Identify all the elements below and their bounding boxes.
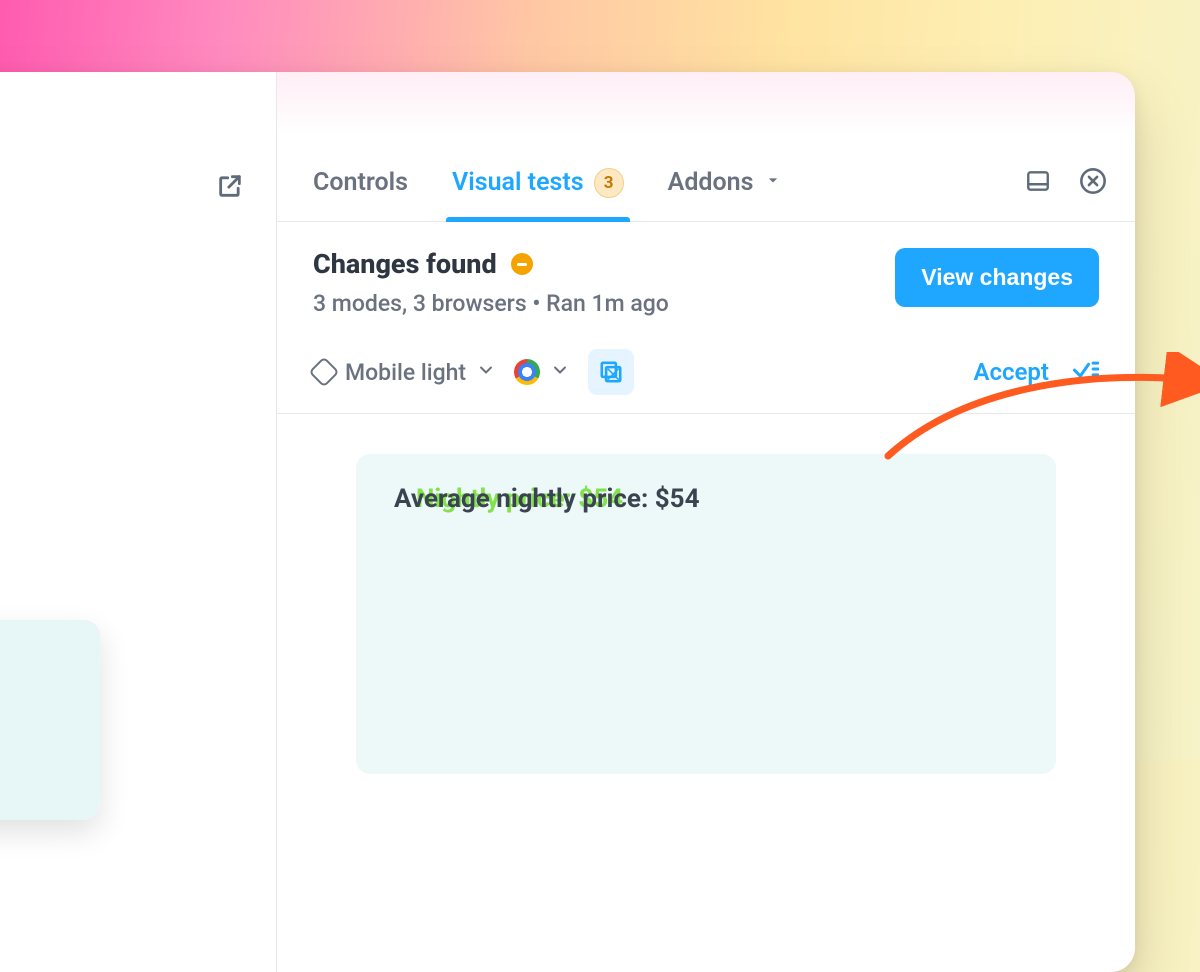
open-external-icon[interactable]: [216, 172, 244, 200]
tabs-bar: Controls Visual tests 3 Addons: [277, 144, 1135, 222]
diff-toggle-button[interactable]: [588, 349, 634, 395]
batch-accept-icon[interactable]: [1071, 355, 1099, 389]
app-window: Controls Visual tests 3 Addons: [0, 72, 1135, 972]
mode-selector[interactable]: Mobile light: [313, 359, 496, 386]
chevron-down-icon: [763, 168, 783, 197]
price-chart-card: Nightly price: $54 Average nightly price…: [356, 454, 1056, 774]
chrome-icon: [514, 359, 540, 385]
left-pane: [0, 72, 277, 972]
tab-visual-tests[interactable]: Visual tests 3: [452, 144, 624, 221]
detail-pane: Controls Visual tests 3 Addons: [277, 144, 1135, 972]
filters-row: Mobile light: [313, 349, 1099, 395]
chart-title: Average nightly price: $54: [394, 484, 1018, 514]
panel-bottom-icon[interactable]: [1025, 168, 1051, 198]
accept-group: Accept: [973, 355, 1099, 389]
browser-selector[interactable]: [514, 359, 570, 386]
story-viewport: Nightly price: $54 Average nightly price…: [277, 414, 1135, 814]
tab-label: Controls: [313, 168, 408, 197]
close-icon[interactable]: [1079, 167, 1107, 199]
tabs-actions: [1025, 167, 1107, 199]
summary-subtitle: 3 modes, 3 browsers • Ran 1m ago: [313, 290, 669, 317]
tab-addons[interactable]: Addons: [668, 144, 784, 221]
chevron-down-icon: [476, 359, 496, 386]
peek-card: [0, 620, 100, 820]
accept-button[interactable]: Accept: [973, 358, 1049, 386]
warn-dot-icon: [511, 253, 533, 275]
summary-bar: Changes found 3 modes, 3 browsers • Ran …: [277, 222, 1135, 414]
tab-controls[interactable]: Controls: [313, 144, 408, 221]
chevron-down-icon: [550, 359, 570, 386]
diamond-icon: [308, 356, 339, 387]
tab-label: Addons: [668, 168, 754, 197]
summary-title: Changes found: [313, 248, 497, 280]
tab-label: Visual tests: [452, 168, 584, 197]
mode-label: Mobile light: [345, 359, 466, 386]
price-bar-chart: [394, 574, 1018, 774]
tab-badge: 3: [594, 168, 624, 198]
view-changes-button[interactable]: View changes: [895, 248, 1099, 307]
